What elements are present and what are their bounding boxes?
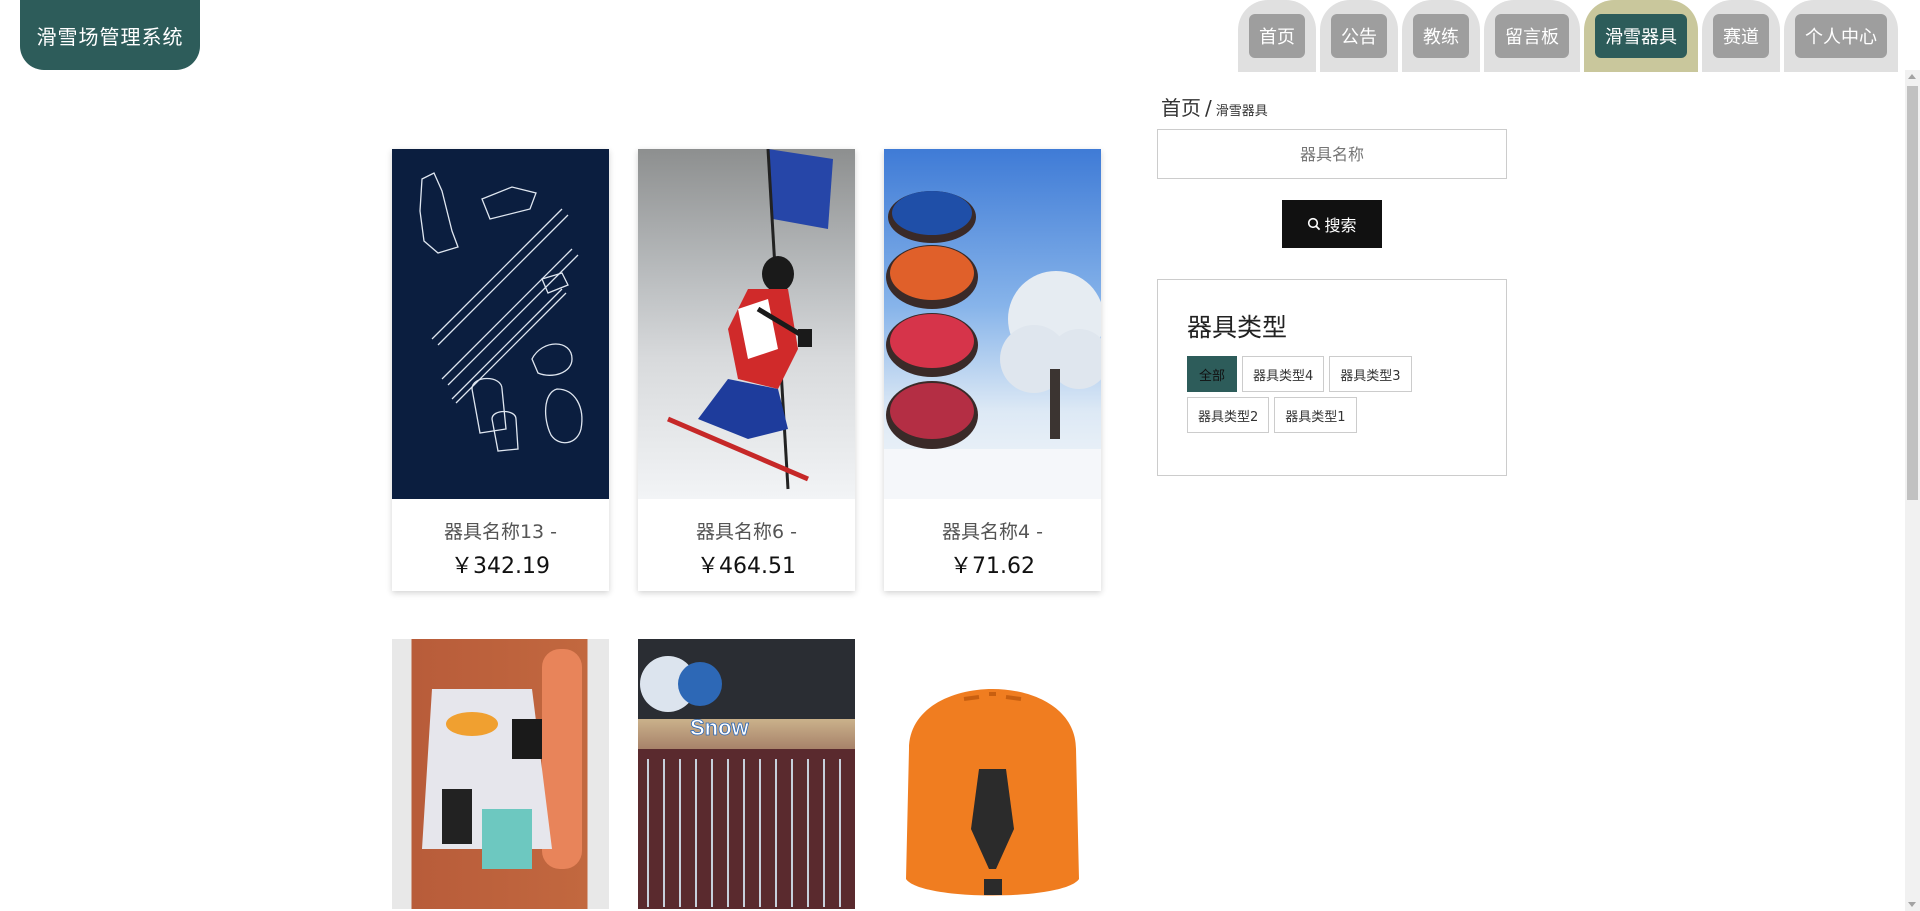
nav-tracks-label[interactable]: 赛道 — [1713, 14, 1769, 58]
product-name[interactable]: 器具名称4 - — [884, 517, 1101, 544]
nav-ski-equipment[interactable]: 滑雪器具 — [1584, 0, 1698, 72]
product-image-orange-ski-helmet[interactable] — [884, 639, 1101, 909]
product-image-snow-tubes-tree[interactable] — [884, 149, 1101, 499]
product-name[interactable]: 器具名称6 - — [638, 517, 855, 544]
product-info: 器具名称4 - ￥71.62 — [884, 499, 1101, 591]
product-image-skier-racing[interactable] — [638, 149, 855, 499]
nav-profile[interactable]: 个人中心 — [1784, 0, 1898, 72]
product-image-ski-rental-shop[interactable]: Snow — [638, 639, 855, 909]
product-card[interactable]: 器具名称13 - ￥342.19 — [392, 149, 609, 591]
product-price: ￥342.19 — [451, 554, 550, 579]
product-price: ￥71.62 — [950, 554, 1035, 579]
product-card[interactable]: 器具名称4 - ￥71.62 — [884, 149, 1101, 591]
product-card[interactable] — [392, 639, 609, 909]
nav-announcements[interactable]: 公告 — [1320, 0, 1398, 72]
product-card[interactable]: Snow — [638, 639, 855, 909]
type-tag-2[interactable]: 器具类型2 — [1187, 397, 1270, 433]
product-card[interactable]: 器具名称6 - ￥464.51 — [638, 149, 855, 591]
nav-message-board-label[interactable]: 留言板 — [1495, 14, 1569, 58]
breadcrumb-current: 滑雪器具 — [1215, 104, 1268, 119]
search-button-label: 搜索 — [1324, 216, 1357, 235]
breadcrumb-separator: / — [1205, 96, 1212, 120]
type-tag-3[interactable]: 器具类型3 — [1329, 356, 1412, 392]
product-card[interactable] — [884, 639, 1101, 909]
type-tag-all[interactable]: 全部 — [1187, 356, 1237, 392]
product-info: 器具名称13 - ￥342.19 — [392, 499, 609, 591]
nav-home[interactable]: 首页 — [1238, 0, 1316, 72]
nav-announcements-label[interactable]: 公告 — [1331, 14, 1387, 58]
search-input[interactable] — [1157, 129, 1507, 179]
type-filter-title: 器具类型 — [1187, 313, 1288, 342]
sidebar: 首页/滑雪器具 搜索 器具类型 全部 器具类型4 器具类型3 器具类型2 器具类… — [1157, 92, 1507, 476]
top-nav: 首页 公告 教练 留言板 滑雪器具 赛道 个人中心 — [1238, 0, 1898, 72]
product-image-ski-equipment-sketch[interactable] — [392, 149, 609, 499]
type-tags: 全部 器具类型4 器具类型3 器具类型2 器具类型1 — [1187, 356, 1427, 433]
product-grid: 器具名称13 - ￥342.19 器具名称6 - ￥464.51 器具名称4 -… — [392, 149, 1101, 909]
breadcrumb-home[interactable]: 首页 — [1161, 96, 1201, 120]
product-name[interactable]: 器具名称13 - — [392, 517, 609, 544]
type-tag-1[interactable]: 器具类型1 — [1274, 397, 1357, 433]
product-image-ski-jacket-snowboard[interactable] — [392, 639, 609, 909]
product-price: ￥464.51 — [697, 554, 796, 579]
product-info: 器具名称6 - ￥464.51 — [638, 499, 855, 591]
snow-logo-text: Snow — [690, 715, 750, 740]
scroll-up-icon[interactable] — [1908, 74, 1916, 79]
nav-tracks[interactable]: 赛道 — [1702, 0, 1780, 72]
nav-message-board[interactable]: 留言板 — [1484, 0, 1580, 72]
type-tag-4[interactable]: 器具类型4 — [1242, 356, 1325, 392]
nav-coaches-label[interactable]: 教练 — [1413, 14, 1469, 58]
app-logo[interactable]: 滑雪场管理系统 — [20, 0, 200, 70]
scroll-down-icon[interactable] — [1908, 902, 1916, 907]
nav-home-label[interactable]: 首页 — [1249, 14, 1305, 58]
equipment-type-filter: 器具类型 全部 器具类型4 器具类型3 器具类型2 器具类型1 — [1157, 279, 1507, 476]
page-scrollbar[interactable] — [1905, 70, 1920, 911]
scroll-thumb[interactable] — [1907, 86, 1918, 500]
breadcrumb: 首页 / 滑雪器具 — [1157, 92, 1507, 121]
nav-coaches[interactable]: 教练 — [1402, 0, 1480, 72]
search-button[interactable]: 搜索 — [1282, 200, 1382, 248]
search-icon — [1308, 217, 1321, 231]
nav-profile-label[interactable]: 个人中心 — [1795, 14, 1887, 58]
nav-ski-equipment-label[interactable]: 滑雪器具 — [1595, 14, 1687, 58]
